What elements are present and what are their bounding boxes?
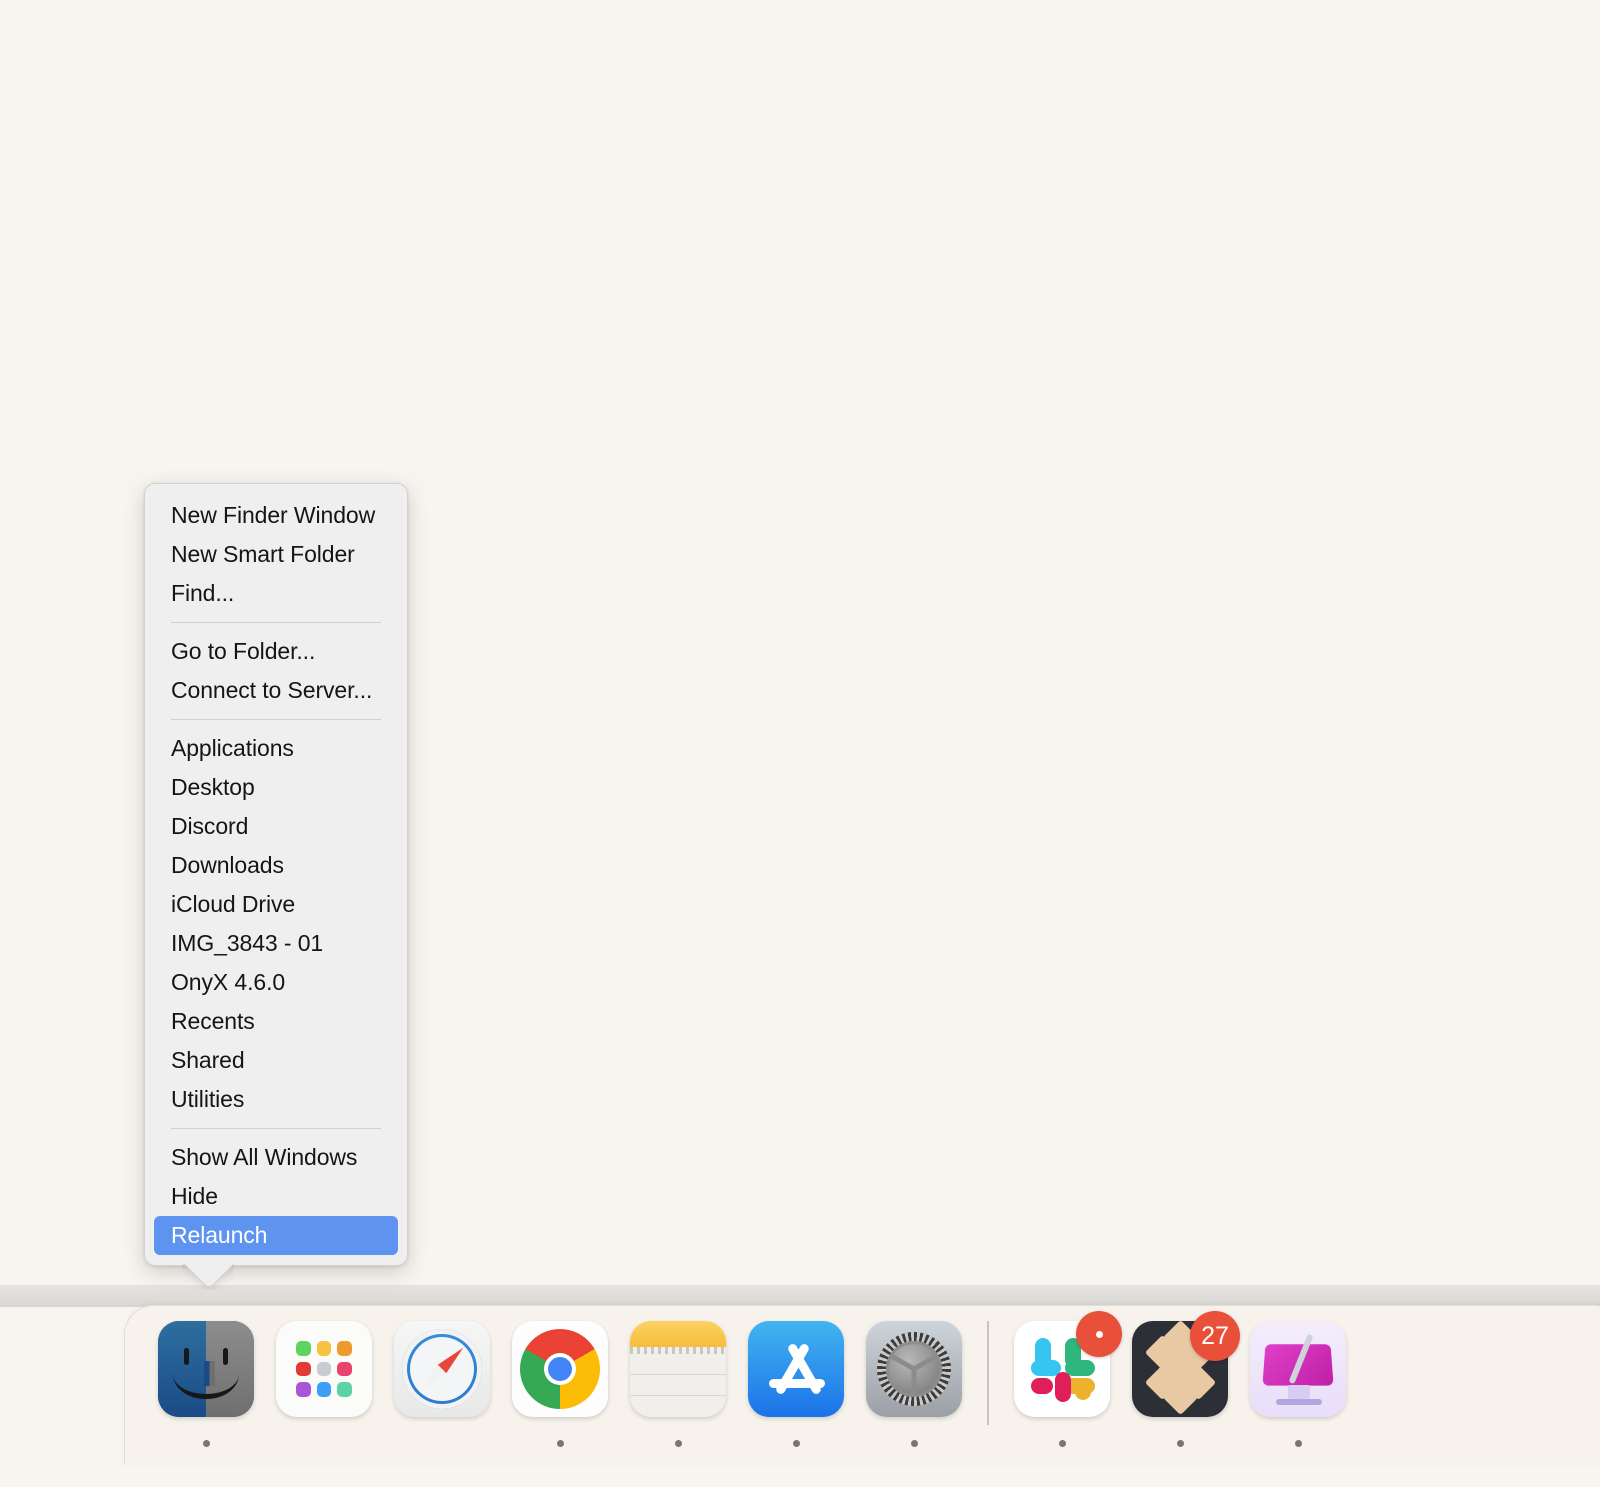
launchpad-tile-5 bbox=[337, 1361, 352, 1377]
launchpad-tile-1 bbox=[316, 1341, 332, 1356]
menu-item-new-smart-folder[interactable]: New Smart Folder bbox=[145, 535, 407, 574]
menu-item-connect-to-server[interactable]: Connect to Server... bbox=[145, 671, 407, 710]
slack-icon[interactable] bbox=[1014, 1311, 1122, 1417]
running-indicator bbox=[674, 1440, 682, 1447]
running-indicator bbox=[556, 1440, 564, 1447]
menu-separator bbox=[171, 719, 381, 720]
notes-icon[interactable] bbox=[630, 1321, 726, 1417]
menu-item-desktop[interactable]: Desktop bbox=[145, 768, 407, 807]
menu-item-relaunch[interactable]: Relaunch bbox=[154, 1216, 398, 1255]
gear-spoke bbox=[912, 1353, 938, 1372]
running-indicator bbox=[1058, 1440, 1066, 1447]
running-indicator bbox=[1176, 1440, 1184, 1447]
dock-divider bbox=[987, 1321, 989, 1425]
menu-item-img-3843-01[interactable]: IMG_3843 - 01 bbox=[145, 924, 407, 963]
menu-item-shared[interactable]: Shared bbox=[145, 1041, 407, 1080]
launchpad-tile-3 bbox=[296, 1361, 311, 1377]
dock-item-launchpad[interactable] bbox=[265, 1321, 383, 1461]
app-store-icon[interactable] bbox=[748, 1321, 844, 1417]
slack-blade-7 bbox=[1055, 1372, 1071, 1402]
menu-pointer-arrow bbox=[182, 1264, 234, 1290]
menu-item-applications[interactable]: Applications bbox=[145, 729, 407, 768]
dropbox-badge: 27 bbox=[1190, 1311, 1240, 1361]
safari-icon[interactable] bbox=[394, 1321, 490, 1417]
running-indicator bbox=[792, 1440, 800, 1447]
menu-item-show-all-windows[interactable]: Show All Windows bbox=[145, 1138, 407, 1177]
dropbox-icon[interactable]: 27 bbox=[1132, 1311, 1240, 1417]
menu-item-find[interactable]: Find... bbox=[145, 574, 407, 613]
finder-icon[interactable] bbox=[158, 1321, 254, 1417]
slack-blade-3 bbox=[1065, 1360, 1095, 1376]
running-indicator bbox=[910, 1440, 918, 1447]
menu-item-icloud-drive[interactable]: iCloud Drive bbox=[145, 885, 407, 924]
menu-item-recents[interactable]: Recents bbox=[145, 1002, 407, 1041]
menu-item-utilities[interactable]: Utilities bbox=[145, 1080, 407, 1119]
launchpad-tile-4 bbox=[316, 1361, 332, 1377]
menu-item-go-to-folder[interactable]: Go to Folder... bbox=[145, 632, 407, 671]
menu-item-downloads[interactable]: Downloads bbox=[145, 846, 407, 885]
running-indicator bbox=[1294, 1440, 1302, 1447]
slack-badge bbox=[1076, 1311, 1122, 1357]
dock[interactable]: 27 bbox=[124, 1305, 1600, 1465]
menu-separator bbox=[171, 622, 381, 623]
dock-item-dropbox[interactable]: 27 bbox=[1121, 1311, 1240, 1461]
desktop: New Finder Window New Smart Folder Find.… bbox=[0, 0, 1600, 1487]
launchpad-tile-0 bbox=[296, 1341, 311, 1356]
gear-spoke bbox=[890, 1353, 916, 1372]
menu-item-hide[interactable]: Hide bbox=[145, 1177, 407, 1216]
dock-item-chrome[interactable] bbox=[501, 1321, 619, 1461]
finder-dock-context-menu[interactable]: New Finder Window New Smart Folder Find.… bbox=[144, 483, 408, 1266]
launchpad-tile-2 bbox=[337, 1341, 352, 1356]
slack-blade-5 bbox=[1075, 1378, 1091, 1400]
menu-item-onyx[interactable]: OnyX 4.6.0 bbox=[145, 963, 407, 1002]
dock-item-notes[interactable] bbox=[619, 1321, 737, 1461]
dock-item-slack[interactable] bbox=[1003, 1311, 1122, 1461]
menu-separator bbox=[171, 1128, 381, 1129]
launchpad-tile-7 bbox=[316, 1382, 332, 1397]
dock-item-app-store[interactable] bbox=[737, 1321, 855, 1461]
dock-item-system-settings[interactable] bbox=[855, 1321, 973, 1461]
slack-blade-6 bbox=[1031, 1378, 1053, 1394]
dock-backdrop bbox=[0, 1285, 1600, 1307]
chrome-icon[interactable] bbox=[512, 1321, 608, 1417]
menu-item-new-finder-window[interactable]: New Finder Window bbox=[145, 496, 407, 535]
launchpad-icon[interactable] bbox=[276, 1321, 372, 1417]
system-settings-icon[interactable] bbox=[866, 1321, 962, 1417]
display-icon[interactable] bbox=[1250, 1321, 1346, 1417]
launchpad-tile-8 bbox=[337, 1382, 352, 1397]
dock-item-finder[interactable] bbox=[147, 1321, 265, 1461]
gear-spoke bbox=[911, 1369, 917, 1395]
running-indicator bbox=[202, 1440, 210, 1447]
menu-item-discord[interactable]: Discord bbox=[145, 807, 407, 846]
dock-item-safari[interactable] bbox=[383, 1321, 501, 1461]
launchpad-tile-6 bbox=[296, 1382, 311, 1397]
dock-item-display-cleaner[interactable] bbox=[1239, 1321, 1357, 1461]
